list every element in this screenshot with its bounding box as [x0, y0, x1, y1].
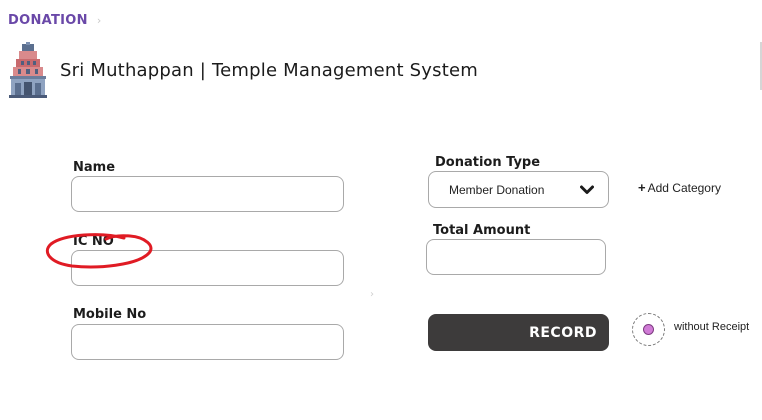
total-amount-input[interactable] — [426, 239, 606, 275]
mobile-no-input[interactable] — [71, 324, 344, 360]
without-receipt-radio[interactable] — [632, 313, 665, 346]
donation-type-value: Member Donation — [449, 182, 545, 197]
plus-icon: + — [638, 180, 646, 195]
red-ellipse-annotation — [45, 233, 153, 269]
add-category-label: Add Category — [647, 180, 721, 195]
chevron-down-icon — [580, 185, 594, 194]
mobile-no-label: Mobile No — [73, 307, 147, 322]
breadcrumb-donation[interactable]: DONATION — [8, 13, 88, 28]
radio-dot — [643, 324, 654, 335]
name-input[interactable] — [71, 176, 344, 212]
chevron-right-icon: › — [370, 289, 374, 300]
breadcrumb: DONATION › — [8, 13, 101, 28]
app-title: Sri Muthappan | Temple Management System — [60, 59, 478, 81]
total-amount-label: Total Amount — [433, 223, 531, 238]
chevron-right-icon: › — [96, 14, 102, 27]
without-receipt-label: without Receipt — [674, 321, 750, 333]
donation-type-label: Donation Type — [435, 155, 541, 170]
add-category-button[interactable]: + Add Category — [638, 180, 721, 195]
record-button[interactable]: RECORD — [428, 314, 609, 351]
temple-gopuram-icon — [9, 42, 47, 98]
donation-type-select[interactable]: Member Donation — [428, 171, 609, 208]
name-label: Name — [73, 160, 116, 175]
app-header: Sri Muthappan | Temple Management System — [8, 42, 478, 98]
